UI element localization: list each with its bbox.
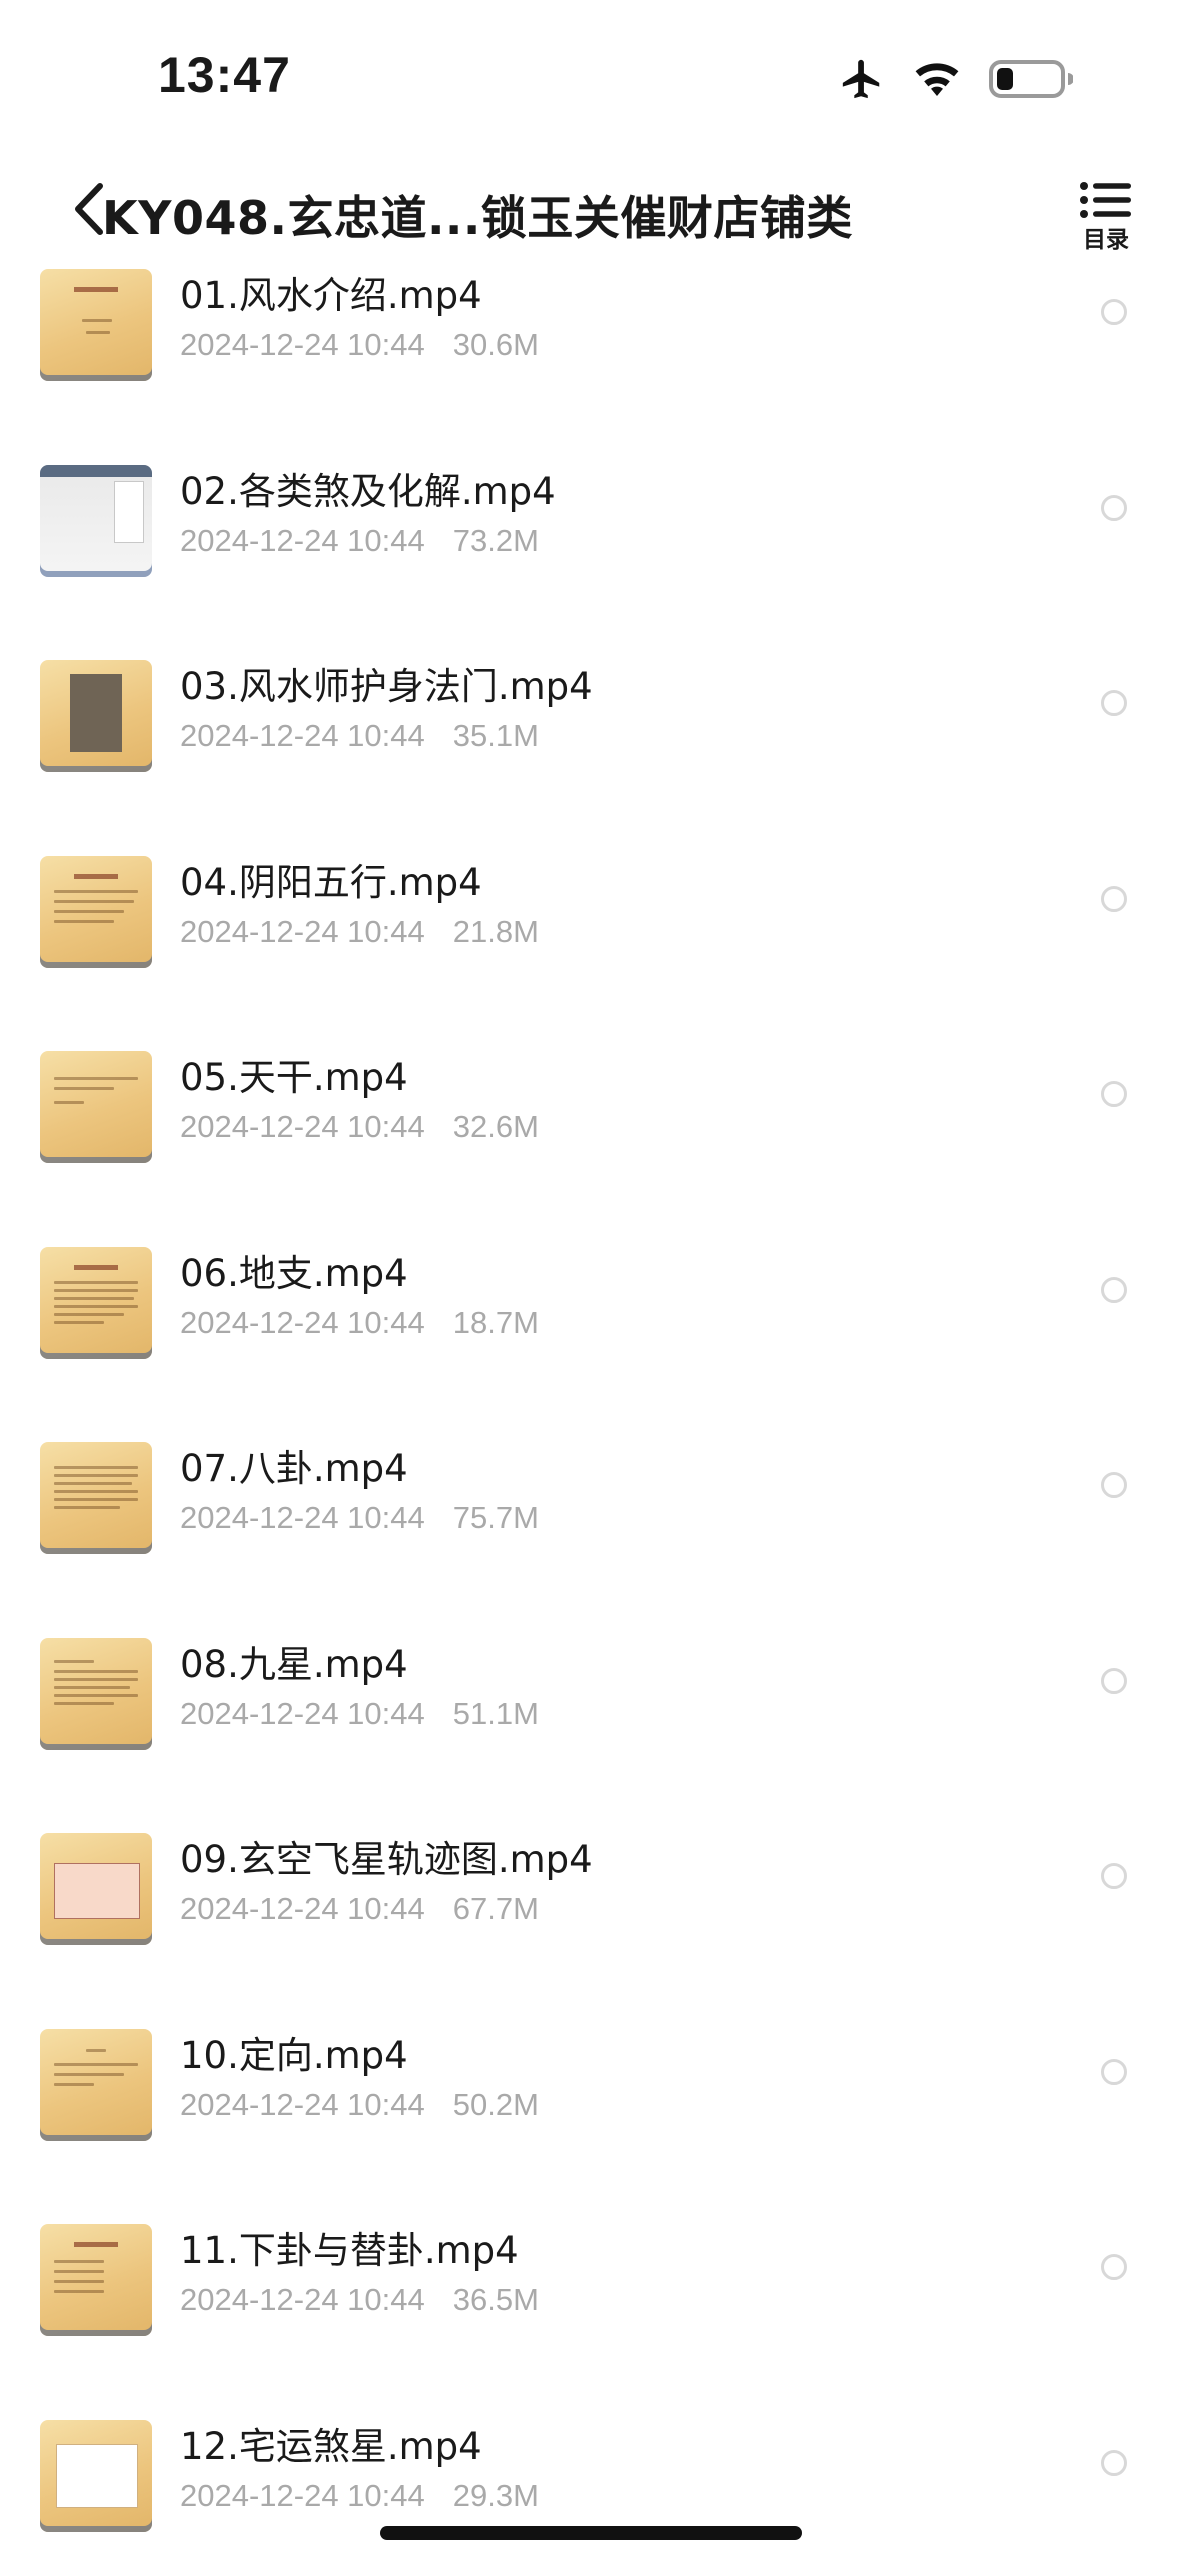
file-date: 2024-12-24 10:44	[180, 1304, 425, 1340]
select-radio[interactable]	[1101, 494, 1127, 521]
file-name: 04.阴阳五行.mp4	[180, 860, 482, 904]
select-radio[interactable]	[1101, 1472, 1127, 1498]
file-item[interactable]: 11.下卦与替卦.mp4 2024-12-24 10:44 36.5M	[0, 2210, 1181, 2406]
file-date: 2024-12-24 10:44	[180, 718, 425, 753]
file-size: 75.7M	[452, 1500, 539, 1535]
file-size: 35.1M	[452, 718, 539, 753]
file-item[interactable]: 06.地支.mp4 2024-12-24 10:44 18.7M	[0, 1233, 1181, 1429]
page-title: KY048.玄忠道...锁玉关催财店铺类	[102, 191, 853, 245]
file-size: 18.7M	[452, 1304, 539, 1340]
file-item[interactable]: 03.风水师护身法门.mp4 2024-12-24 10:44 35.1M	[0, 646, 1181, 842]
file-item[interactable]: 07.八卦.mp4 2024-12-24 10:44 75.7M	[0, 1428, 1181, 1624]
select-radio[interactable]	[1101, 299, 1127, 325]
toc-button[interactable]: 目录	[1071, 180, 1141, 260]
file-size: 51.1M	[452, 1695, 539, 1731]
file-name: 09.玄空飞星轨迹图.mp4	[180, 1838, 593, 1881]
toc-label: 目录	[1083, 227, 1129, 253]
status-icons	[839, 56, 1073, 102]
file-meta: 2024-12-24 10:44 50.2M	[180, 2087, 539, 2123]
file-meta: 2024-12-24 10:44 18.7M	[180, 1305, 539, 1341]
file-date: 2024-12-24 10:44	[180, 1109, 425, 1144]
file-meta: 2024-12-24 10:44 51.1M	[180, 1696, 539, 1732]
select-radio[interactable]	[1101, 1667, 1127, 1694]
file-date: 2024-12-24 10:44	[180, 2086, 425, 2122]
status-time: 13:47	[158, 47, 291, 103]
file-item[interactable]: 08.九星.mp4 2024-12-24 10:44 51.1M	[0, 1624, 1181, 1820]
back-chevron-icon[interactable]	[72, 182, 106, 236]
file-item[interactable]: 04.阴阳五行.mp4 2024-12-24 10:44 21.8M	[0, 842, 1181, 1038]
video-thumbnail	[40, 1637, 152, 1750]
video-thumbnail	[40, 2224, 152, 2336]
file-date: 2024-12-24 10:44	[180, 2282, 425, 2317]
file-name: 11.下卦与替卦.mp4	[180, 2229, 519, 2272]
list-icon	[1079, 180, 1133, 224]
file-name: 07.八卦.mp4	[180, 1447, 408, 1490]
file-meta: 2024-12-24 10:44 21.8M	[180, 914, 539, 950]
file-date: 2024-12-24 10:44	[180, 1891, 425, 1926]
file-name: 02.各类煞及化解.mp4	[180, 469, 556, 513]
header: KY048.玄忠道...锁玉关催财店铺类 目录	[0, 160, 1181, 270]
select-radio[interactable]	[1101, 1276, 1127, 1303]
file-name: 06.地支.mp4	[180, 1251, 408, 1295]
video-thumbnail	[40, 269, 152, 381]
file-meta: 2024-12-24 10:44 29.3M	[180, 2478, 539, 2514]
file-name: 10.定向.mp4	[180, 2033, 408, 2077]
video-thumbnail	[40, 464, 152, 577]
file-meta: 2024-12-24 10:44 36.5M	[180, 2282, 539, 2318]
select-radio[interactable]	[1101, 2449, 1127, 2476]
file-item[interactable]: 10.定向.mp4 2024-12-24 10:44 50.2M	[0, 2015, 1181, 2211]
airplane-icon	[839, 56, 885, 102]
file-meta: 2024-12-24 10:44 30.6M	[180, 327, 539, 363]
file-meta: 2024-12-24 10:44 35.1M	[180, 718, 539, 754]
video-thumbnail	[40, 1246, 152, 1359]
file-size: 21.8M	[452, 913, 539, 949]
file-size: 67.7M	[452, 1891, 539, 1926]
file-date: 2024-12-24 10:44	[180, 1500, 425, 1535]
select-radio[interactable]	[1101, 690, 1127, 716]
file-size: 73.2M	[452, 522, 539, 558]
file-date: 2024-12-24 10:44	[180, 1695, 425, 1731]
file-name: 01.风水介绍.mp4	[180, 274, 482, 317]
screen: 13:47 KY048.玄忠道...锁玉关催财店铺类 目录 01.风水介绍.mp…	[0, 0, 1181, 2560]
file-size: 50.2M	[452, 2086, 539, 2122]
select-radio[interactable]	[1101, 1081, 1127, 1107]
file-meta: 2024-12-24 10:44 73.2M	[180, 523, 539, 559]
file-date: 2024-12-24 10:44	[180, 327, 425, 362]
select-radio[interactable]	[1101, 1863, 1127, 1889]
file-item[interactable]: 01.风水介绍.mp4 2024-12-24 10:44 30.6M	[0, 255, 1181, 451]
file-name: 08.九星.mp4	[180, 1642, 408, 1686]
video-thumbnail	[40, 2419, 152, 2532]
wifi-icon	[911, 59, 963, 99]
video-thumbnail	[40, 1051, 152, 1163]
video-thumbnail	[40, 660, 152, 772]
file-name: 05.天干.mp4	[180, 1056, 408, 1099]
file-meta: 2024-12-24 10:44 32.6M	[180, 1109, 539, 1145]
battery-icon	[989, 59, 1073, 99]
home-indicator[interactable]	[380, 2526, 802, 2540]
file-date: 2024-12-24 10:44	[180, 2477, 425, 2513]
file-meta: 2024-12-24 10:44 67.7M	[180, 1891, 539, 1927]
file-item[interactable]: 05.天干.mp4 2024-12-24 10:44 32.6M	[0, 1037, 1181, 1233]
file-size: 30.6M	[452, 327, 539, 362]
file-meta: 2024-12-24 10:44 75.7M	[180, 1500, 539, 1536]
video-thumbnail	[40, 855, 152, 968]
file-item[interactable]: 02.各类煞及化解.mp4 2024-12-24 10:44 73.2M	[0, 451, 1181, 647]
file-date: 2024-12-24 10:44	[180, 913, 425, 949]
file-name: 03.风水师护身法门.mp4	[180, 665, 593, 708]
file-size: 32.6M	[452, 1109, 539, 1144]
video-thumbnail	[40, 1833, 152, 1945]
file-size: 29.3M	[452, 2477, 539, 2513]
file-size: 36.5M	[452, 2282, 539, 2317]
file-date: 2024-12-24 10:44	[180, 522, 425, 558]
file-name: 12.宅运煞星.mp4	[180, 2424, 482, 2468]
select-radio[interactable]	[1101, 2058, 1127, 2085]
video-thumbnail	[40, 1442, 152, 1554]
select-radio[interactable]	[1101, 885, 1127, 912]
video-thumbnail	[40, 2028, 152, 2141]
file-item[interactable]: 09.玄空飞星轨迹图.mp4 2024-12-24 10:44 67.7M	[0, 1819, 1181, 2015]
select-radio[interactable]	[1101, 2254, 1127, 2280]
status-bar: 13:47	[0, 0, 1181, 150]
